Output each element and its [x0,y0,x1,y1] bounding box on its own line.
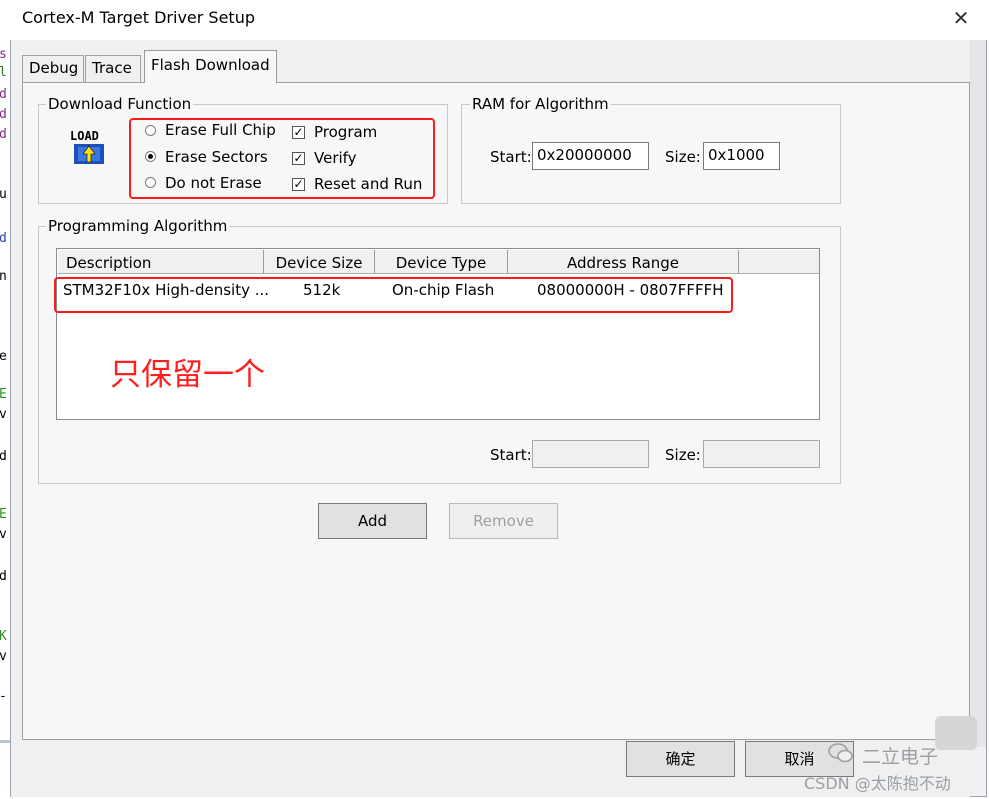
close-icon[interactable]: ✕ [949,6,973,30]
watermark-csdn: CSDN @太陈抱不动 [804,774,951,793]
algo-size-label: Size: [665,446,701,464]
column-header-device-type[interactable]: Device Type [375,250,508,274]
load-icon: LOAD [68,128,112,168]
annotation-text: 只保留一个 [110,357,265,393]
tab-trace[interactable]: Trace [85,55,141,82]
ram-size-input[interactable]: 0x1000 [703,142,780,170]
ram-start-input[interactable]: 0x20000000 [532,142,649,170]
load-icon-text: LOAD [70,129,99,143]
algo-size-input[interactable] [703,440,820,468]
annotation-highlight-row [54,277,733,313]
algo-start-input[interactable] [532,440,649,468]
column-header-device-size[interactable]: Device Size [264,250,375,274]
ram-start-label: Start: [490,148,532,166]
window-title: Cortex-M Target Driver Setup [22,8,255,27]
download-function-label: Download Function [46,95,194,113]
column-header-filler [739,250,819,274]
column-header-description[interactable]: Description [58,250,264,274]
wechat-icon [828,742,854,764]
ok-button[interactable]: 确定 [626,741,735,777]
add-button[interactable]: Add [318,503,427,539]
tab-flash-download[interactable]: Flash Download [144,50,277,83]
programming-algorithm-label: Programming Algorithm [46,217,230,235]
remove-button[interactable]: Remove [449,503,558,539]
dialog-scrollbar[interactable] [970,40,986,747]
ram-group-label: RAM for Algorithm [470,95,611,113]
scroll-corner [935,716,977,750]
annotation-highlight-download [129,118,435,199]
algo-start-label: Start: [490,446,532,464]
tab-debug[interactable]: Debug [22,55,84,82]
watermark-brand: 二立电子 [862,746,939,768]
column-header-address-range[interactable]: Address Range [508,250,739,274]
ram-size-label: Size: [665,148,701,166]
